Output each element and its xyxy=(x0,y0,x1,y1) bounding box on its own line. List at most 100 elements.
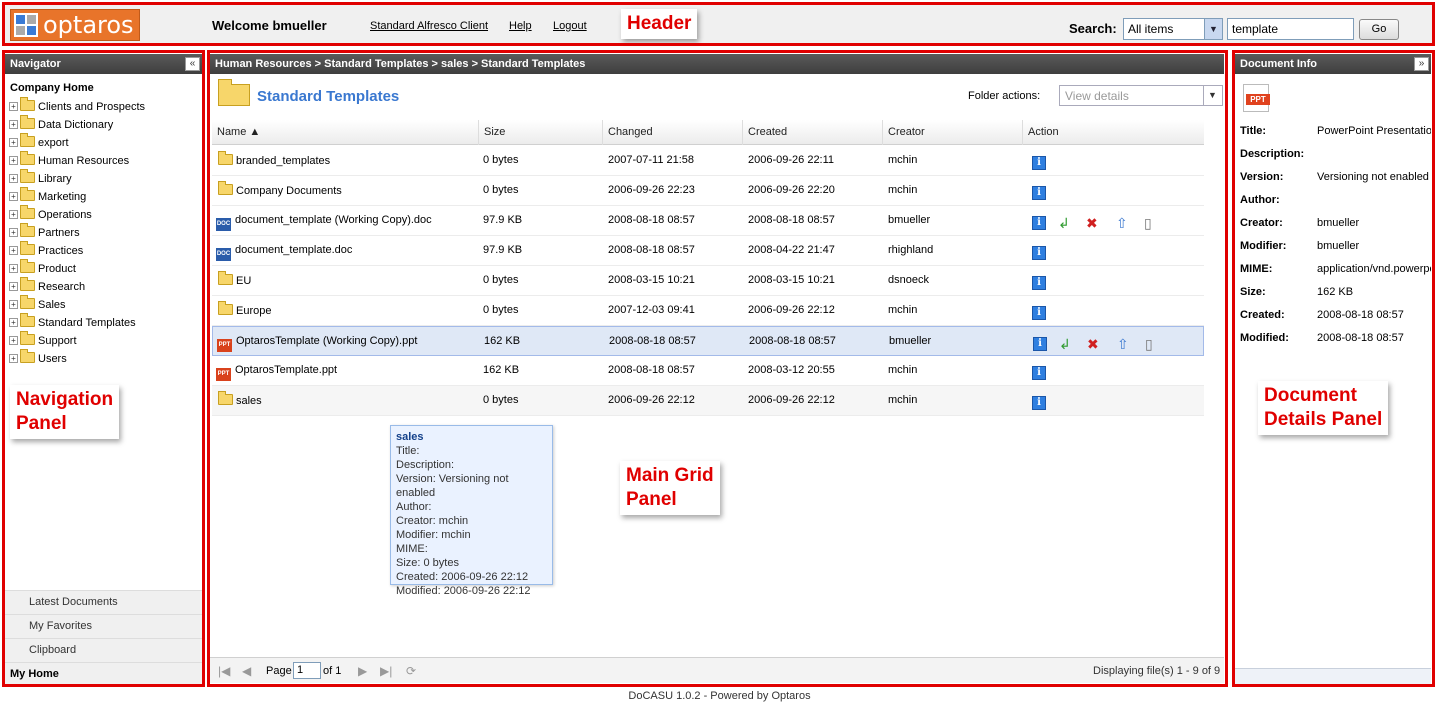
info-icon[interactable]: i xyxy=(1032,306,1046,320)
cell-name[interactable]: EU xyxy=(216,271,251,287)
first-page-icon[interactable]: |◀ xyxy=(218,664,230,678)
table-row[interactable]: EU 0 bytes 2008-03-15 10:21 2008-03-15 10:2… xyxy=(212,266,1204,296)
column-size[interactable]: Size xyxy=(478,120,505,145)
view-select[interactable]: View details xyxy=(1059,85,1223,106)
expand-icon[interactable]: + xyxy=(9,210,18,219)
tree-item[interactable]: + Partners xyxy=(9,223,80,242)
expand-icon[interactable]: + xyxy=(9,282,18,291)
tree-item[interactable]: + Sales xyxy=(9,295,66,314)
file-name[interactable]: document_template (Working Copy).doc xyxy=(235,214,432,226)
chevron-down-icon[interactable]: ▼ xyxy=(1204,19,1222,39)
column-name[interactable]: Name ▲ xyxy=(212,120,260,145)
tree-item[interactable]: + Support xyxy=(9,331,77,350)
copy-icon[interactable]: ▯ xyxy=(1144,215,1152,231)
tree-item[interactable]: + export xyxy=(9,133,69,152)
tree-item[interactable]: + Standard Templates xyxy=(9,313,136,332)
table-row[interactable]: Europe 0 bytes 2007-12-03 09:41 2006-09-26 … xyxy=(212,296,1204,326)
expand-icon[interactable]: + xyxy=(9,174,18,183)
company-home-node[interactable]: Company Home xyxy=(10,82,94,94)
breadcrumb[interactable]: Human Resources > Standard Templates > s… xyxy=(210,54,1224,74)
cell-name[interactable]: DOC document_template.doc xyxy=(216,244,352,261)
expand-icon[interactable]: + xyxy=(9,336,18,345)
cell-name[interactable]: Company Documents xyxy=(216,181,342,197)
chevron-down-icon[interactable]: ▼ xyxy=(1203,86,1221,105)
tree-item[interactable]: + Clients and Prospects xyxy=(9,97,145,116)
page-number-input[interactable]: 1 xyxy=(293,662,321,679)
expand-icon[interactable]: + xyxy=(9,264,18,273)
file-name[interactable]: sales xyxy=(236,395,262,407)
expand-icon[interactable]: + xyxy=(9,138,18,147)
file-name[interactable]: EU xyxy=(236,275,251,287)
file-name[interactable]: OptarosTemplate (Working Copy).ppt xyxy=(236,335,417,347)
table-row[interactable]: Company Documents 0 bytes 2006-09-26 22:23… xyxy=(212,176,1204,206)
logout-link[interactable]: Logout xyxy=(553,20,587,32)
info-icon[interactable]: i xyxy=(1032,366,1046,380)
checkin-icon[interactable]: ↲ xyxy=(1059,336,1071,352)
column-creator[interactable]: Creator xyxy=(882,120,925,145)
file-name[interactable]: branded_templates xyxy=(236,155,330,167)
tree-item[interactable]: + Library xyxy=(9,169,72,188)
expand-icon[interactable]: + xyxy=(9,228,18,237)
optaros-logo[interactable]: optaros xyxy=(10,9,140,41)
expand-icon[interactable]: + xyxy=(9,102,18,111)
cell-name[interactable]: DOC document_template (Working Copy).doc xyxy=(216,214,432,231)
expand-icon[interactable]: + xyxy=(9,318,18,327)
search-input[interactable] xyxy=(1227,18,1354,40)
file-name[interactable]: OptarosTemplate.ppt xyxy=(235,364,337,376)
info-icon[interactable]: i xyxy=(1033,337,1047,351)
clipboard-tab[interactable]: Clipboard xyxy=(5,638,202,662)
my-home-tab[interactable]: My Home xyxy=(5,662,202,686)
cell-name[interactable]: PPT OptarosTemplate (Working Copy).ppt xyxy=(217,335,417,352)
tree-item[interactable]: + Operations xyxy=(9,205,92,224)
prev-page-icon[interactable]: ◀ xyxy=(242,664,251,678)
tree-item[interactable]: + Human Resources xyxy=(9,151,129,170)
expand-icon[interactable]: + xyxy=(9,354,18,363)
expand-icon[interactable]: + xyxy=(9,246,18,255)
horizontal-scrollbar[interactable] xyxy=(1235,668,1431,684)
collapse-right-icon[interactable]: » xyxy=(1414,57,1429,71)
file-name[interactable]: Company Documents xyxy=(236,185,342,197)
last-page-icon[interactable]: ▶| xyxy=(380,664,392,678)
table-row[interactable]: branded_templates 0 bytes 2007-07-11 21:58… xyxy=(212,146,1204,176)
tree-item[interactable]: + Product xyxy=(9,259,76,278)
table-row[interactable]: PPT OptarosTemplate.ppt 162 KB 2008-08-18 0… xyxy=(212,356,1204,386)
tree-item[interactable]: + Users xyxy=(9,349,67,368)
next-page-icon[interactable]: ▶ xyxy=(358,664,367,678)
cell-name[interactable]: PPT OptarosTemplate.ppt xyxy=(216,364,337,381)
expand-icon[interactable]: + xyxy=(9,300,18,309)
file-name[interactable]: document_template.doc xyxy=(235,244,352,256)
help-link[interactable]: Help xyxy=(509,20,532,32)
cell-name[interactable]: sales xyxy=(216,391,262,407)
cell-name[interactable]: Europe xyxy=(216,301,271,317)
checkin-icon[interactable]: ↲ xyxy=(1058,215,1070,231)
upload-icon[interactable]: ⇧ xyxy=(1117,336,1129,352)
expand-icon[interactable]: + xyxy=(9,120,18,129)
cancel-checkout-icon[interactable]: ✖ xyxy=(1086,215,1098,231)
cell-name[interactable]: branded_templates xyxy=(216,151,330,167)
column-created[interactable]: Created xyxy=(742,120,787,145)
info-icon[interactable]: i xyxy=(1032,216,1046,230)
expand-icon[interactable]: + xyxy=(9,156,18,165)
collapse-left-icon[interactable]: « xyxy=(185,57,200,71)
tree-item[interactable]: + Research xyxy=(9,277,85,296)
info-icon[interactable]: i xyxy=(1032,186,1046,200)
search-go-button[interactable]: Go xyxy=(1359,19,1399,40)
column-changed[interactable]: Changed xyxy=(602,120,653,145)
tree-item[interactable]: + Data Dictionary xyxy=(9,115,113,134)
upload-icon[interactable]: ⇧ xyxy=(1116,215,1128,231)
copy-icon[interactable]: ▯ xyxy=(1145,336,1153,352)
file-name[interactable]: Europe xyxy=(236,305,271,317)
table-row[interactable]: PPT OptarosTemplate (Working Copy).ppt 162… xyxy=(212,326,1204,356)
standard-client-link[interactable]: Standard Alfresco Client xyxy=(370,20,488,32)
table-row[interactable]: DOC document_template (Working Copy).doc 9… xyxy=(212,206,1204,236)
my-favorites-tab[interactable]: My Favorites xyxy=(5,614,202,638)
info-icon[interactable]: i xyxy=(1032,246,1046,260)
tree-item[interactable]: + Practices xyxy=(9,241,83,260)
table-row[interactable]: sales 0 bytes 2006-09-26 22:12 2006-09-26 2… xyxy=(212,386,1204,416)
info-icon[interactable]: i xyxy=(1032,156,1046,170)
info-icon[interactable]: i xyxy=(1032,276,1046,290)
refresh-icon[interactable]: ⟳ xyxy=(406,664,416,678)
latest-documents-tab[interactable]: Latest Documents xyxy=(5,590,202,614)
info-icon[interactable]: i xyxy=(1032,396,1046,410)
tree-item[interactable]: + Marketing xyxy=(9,187,86,206)
